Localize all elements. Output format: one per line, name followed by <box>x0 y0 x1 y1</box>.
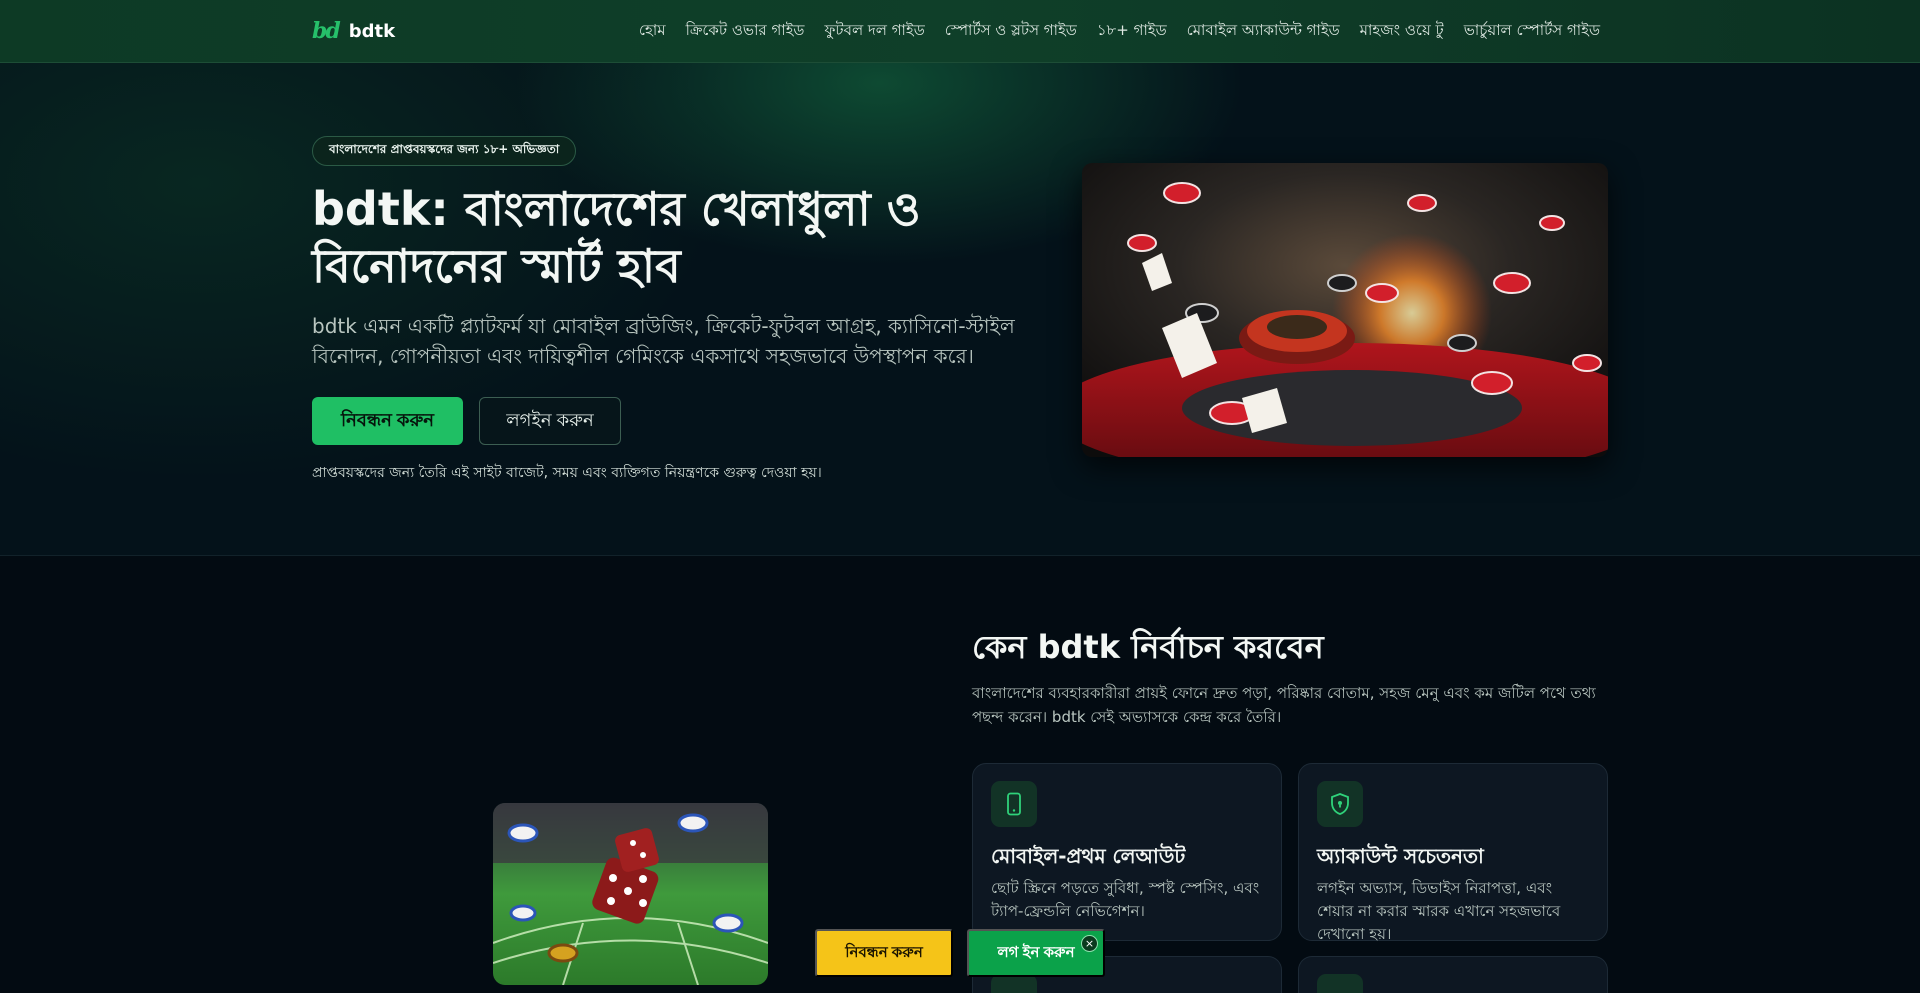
feature-card-mobile: মোবাইল-প্রথম লেআউট ছোট স্ক্রিনে পড়তে সু… <box>972 763 1282 941</box>
feature-card-account: অ্যাকাউন্ট সচেতনতা লগইন অভ্যাস, ডিভাইস ন… <box>1298 763 1608 943</box>
card-icon-partial <box>1317 974 1363 993</box>
register-button[interactable]: নিবন্ধন করুন <box>312 397 463 445</box>
logo[interactable]: bd bdtk <box>312 18 395 44</box>
dice-table-image <box>493 803 768 985</box>
logo-text: bdtk <box>348 20 396 42</box>
close-icon[interactable]: × <box>1081 935 1098 952</box>
nav-item-mobile-account-guide[interactable]: মোবাইল অ্যাকাউন্ট গাইড <box>1187 19 1340 44</box>
hero-note: প্রাপ্তবয়স্কদের জন্য তৈরি এই সাইট বাজেট… <box>312 465 822 481</box>
nav-item-virtual-sports-guide[interactable]: ভার্চুয়াল স্পোর্টস গাইড <box>1464 19 1600 44</box>
card-text: ছোট স্ক্রিনে পড়তে সুবিধা, স্পষ্ট স্পেসি… <box>991 879 1260 920</box>
age-badge: বাংলাদেশের প্রাপ্তবয়স্কদের জন্য ১৮+ অভি… <box>312 136 577 166</box>
nav-item-sports-slots-guide[interactable]: স্পোর্টস ও স্লটস গাইড <box>945 19 1077 44</box>
nav-item-cricket-over-guide[interactable]: ক্রিকেট ওভার গাইড <box>686 19 805 44</box>
casino-chips-image <box>1082 163 1608 457</box>
card-title: অ্যাকাউন্ট সচেতনতা <box>1317 844 1484 868</box>
hero-description: bdtk এমন একটি প্ল্যাটফর্ম যা মোবাইল ব্রা… <box>312 314 1015 368</box>
shield-icon <box>1317 781 1363 827</box>
mobile-icon <box>991 781 1037 827</box>
card-title: মোবাইল-প্রথম লেআউট <box>991 844 1186 868</box>
nav-item-football-team-guide[interactable]: ফুটবল দল গাইড <box>824 19 924 44</box>
why-section-description: বাংলাদেশের ব্যবহারকারীরা প্রায়ই ফোনে দ্… <box>972 684 1596 726</box>
hero-section: বাংলাদেশের প্রাপ্তবয়স্কদের জন্য ১৮+ অভি… <box>0 63 1920 556</box>
nav-item-mahjong-ways-2[interactable]: মাহজং ওয়ে টু <box>1360 19 1444 44</box>
site-header: bd bdtk হোম ক্রিকেট ওভার গাইড ফুটবল দল গ… <box>0 0 1920 63</box>
nav-item-18-plus-guide[interactable]: ১৮+ গাইড <box>1097 19 1167 44</box>
logo-mark: bd <box>312 18 341 44</box>
nav-item-home[interactable]: হোম <box>639 19 666 44</box>
hero-title: bdtk: বাংলাদেশের খেলাধুলা ও বিনোদনের স্ম… <box>312 182 921 293</box>
feature-card-partial <box>1298 956 1608 993</box>
login-button[interactable]: লগইন করুন <box>479 397 621 445</box>
why-section-title: কেন bdtk নির্বাচন করবেন <box>972 628 1324 666</box>
card-text: লগইন অভ্যাস, ডিভাইস নিরাপত্তা, এবং শেয়া… <box>1317 879 1561 943</box>
main-nav: হোম ক্রিকেট ওভার গাইড ফুটবল দল গাইড স্পো… <box>639 0 1600 63</box>
sticky-register-button[interactable]: নিবন্ধন করুন <box>815 929 953 977</box>
